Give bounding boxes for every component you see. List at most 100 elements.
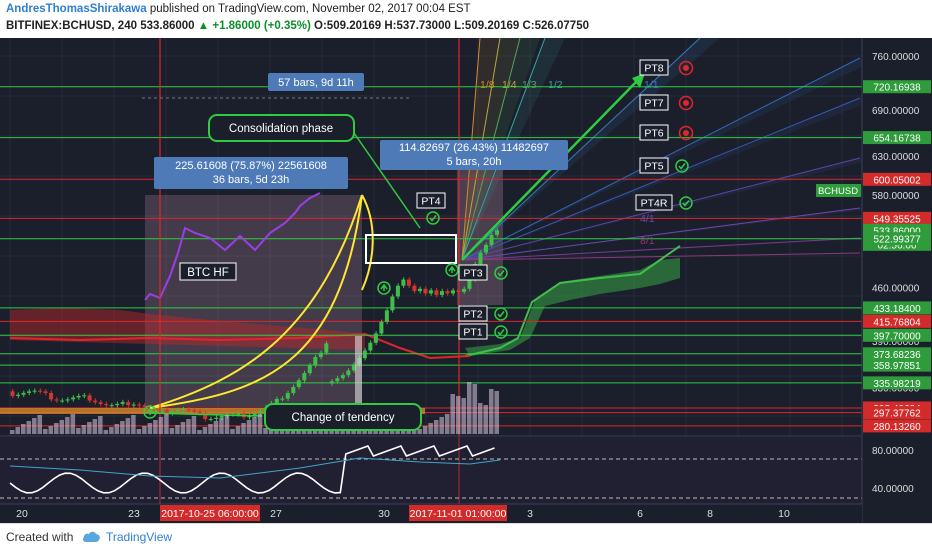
label-pt1: PT1: [458, 323, 508, 340]
author-link[interactable]: AndresThomasShirakawa: [6, 3, 147, 15]
volume-bar: [76, 428, 81, 434]
candle-body: [98, 402, 103, 405]
label-pt2: PT2: [458, 305, 508, 322]
ohlc-high: H:537.73000: [384, 20, 451, 32]
candle-body: [434, 290, 439, 295]
volume-bar: [186, 419, 191, 434]
label-btc-hf: BTC HF: [179, 262, 237, 281]
candle-body: [38, 390, 43, 392]
volume-bar: [224, 415, 230, 434]
rsi-tick-80: 80.00000: [872, 446, 914, 457]
candle-body: [478, 252, 483, 265]
volume-bar: [26, 421, 32, 434]
candle-body: [208, 418, 213, 420]
price-tag-text: 415.76804: [873, 317, 921, 328]
volume-bar: [213, 421, 219, 434]
candle-body: [335, 378, 340, 382]
chart-svg[interactable]: 57 bars, 9d 11h Consolidation phase 225.…: [0, 37, 932, 523]
candle-body: [318, 352, 323, 357]
volume-bar: [21, 424, 26, 434]
volume-bar: [153, 420, 158, 434]
price-change: ▲ +1.86000 (+0.35%): [197, 20, 311, 32]
volume-bar: [70, 414, 76, 434]
last-price: 533.86000: [140, 20, 195, 32]
label-measure-1: 225.61608 (75.87%) 22561608 36 bars, 5d …: [154, 157, 348, 189]
candle-body: [137, 404, 142, 406]
measure-2-line2: 5 bars, 20h: [446, 156, 501, 168]
volume-bar: [32, 418, 37, 434]
volume-bar: [98, 416, 103, 434]
candle-body: [445, 291, 450, 294]
volume-bar: [263, 428, 268, 434]
fan-label-1-1: 1/1: [644, 79, 659, 91]
tradingview-cloud-icon: [82, 531, 100, 542]
check-mark-icon: [497, 329, 505, 336]
volume-bar: [180, 422, 186, 434]
volume-bar: [158, 417, 164, 434]
measure-1-line2: 36 bars, 5d 23h: [213, 174, 289, 186]
candle-body: [164, 409, 169, 414]
change-tendency-text: Change of tendency: [292, 412, 395, 424]
candle-body: [362, 350, 367, 359]
candle-body: [186, 409, 191, 411]
price-tag-text: 297.37762: [873, 409, 921, 420]
label-bars-note: 57 bars, 9d 11h: [268, 73, 364, 91]
target-center-icon: [683, 130, 689, 136]
candle-body: [32, 390, 37, 392]
volume-bar: [219, 418, 224, 434]
volume-bar: [92, 419, 98, 434]
volume-bar: [48, 426, 54, 434]
measure-2-line1: 114.82697 (26.43%) 11482697: [399, 142, 549, 154]
tradingview-brand[interactable]: TradingView: [106, 530, 172, 544]
candle-body: [82, 395, 87, 397]
candle-body: [373, 333, 378, 343]
grid: [0, 38, 862, 436]
bars-note-text: 57 bars, 9d 11h: [278, 77, 354, 89]
candle-body: [307, 365, 312, 374]
volume-bar: [169, 428, 175, 434]
volume-bar: [202, 427, 208, 434]
volume-bar: [230, 429, 235, 434]
chart-header: AndresThomasShirakawa published on Tradi…: [0, 0, 932, 38]
measure-1-line1: 225.61608 (75.87%) 22561608: [175, 160, 327, 172]
candle-body: [428, 290, 433, 294]
candle-body: [87, 395, 92, 401]
candle-body: [395, 285, 400, 297]
candle-body: [417, 288, 422, 292]
volume-bar: [252, 417, 257, 434]
candle-body: [258, 410, 263, 414]
volume-bar: [477, 403, 483, 434]
candle-body: [197, 411, 202, 414]
price-tick: 690.00000: [872, 106, 920, 117]
price-tag-text: 720.16938: [873, 83, 921, 94]
candle-body: [49, 392, 54, 400]
chart-area[interactable]: 57 bars, 9d 11h Consolidation phase 225.…: [0, 37, 932, 523]
volume-bar: [439, 417, 444, 434]
candle-body: [346, 370, 351, 376]
candle-body: [175, 409, 180, 412]
time-highlight-1-text: 2017-10-25 06:00:00: [161, 508, 259, 520]
candle-body: [450, 290, 455, 294]
target-center-icon: [683, 100, 689, 106]
candle-body: [489, 234, 494, 245]
candle-body: [54, 399, 59, 401]
volume-bar: [136, 429, 142, 434]
time-highlight-1: 2017-10-25 06:00:00: [160, 505, 260, 521]
time-highlight-2: 2017-11-01 01:00:00: [409, 505, 507, 521]
price-tag-text: 433.18400: [873, 304, 921, 315]
candle-body: [214, 417, 219, 419]
candle-body: [384, 310, 389, 322]
candle-body: [379, 321, 384, 334]
fan-label-1-8: 1/8: [480, 79, 495, 91]
price-tag-text: 600.05002: [873, 175, 921, 186]
up-arrow-icon: [445, 263, 459, 277]
published-text: published on TradingView.com, November 0…: [149, 3, 471, 15]
candle-body: [192, 409, 197, 412]
pt7-text: PT7: [644, 98, 663, 110]
fan-label-1-2: 1/2: [548, 79, 563, 91]
check-mark-icon: [678, 163, 686, 170]
check-mark-icon: [497, 311, 505, 318]
candle-body: [329, 381, 334, 384]
price-tag-text: 397.70000: [873, 331, 921, 342]
volume-bar: [109, 427, 114, 434]
